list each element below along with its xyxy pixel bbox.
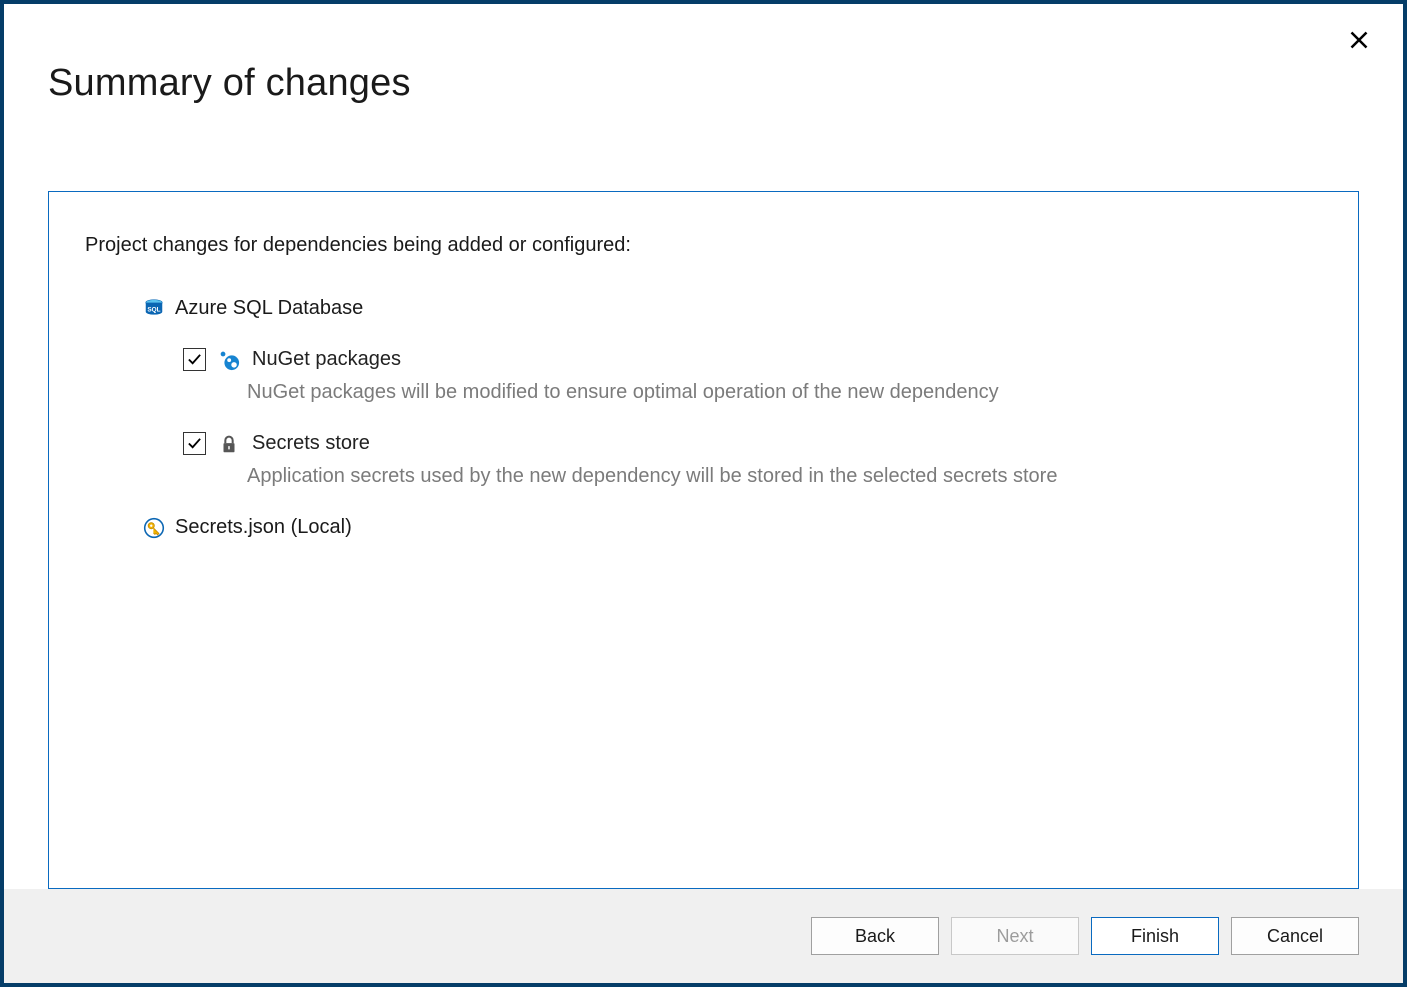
change-title: Secrets store bbox=[252, 432, 370, 455]
svg-text:SQL: SQL bbox=[147, 306, 160, 313]
checkbox-secrets[interactable] bbox=[183, 432, 206, 455]
change-item-secrets: Secrets store Application secrets used b… bbox=[183, 432, 1322, 488]
close-button[interactable] bbox=[1339, 22, 1379, 62]
secrets-target-label: Secrets.json (Local) bbox=[175, 516, 352, 539]
change-head: Secrets store bbox=[183, 432, 1322, 455]
dependency-row: SQL Azure SQL Database bbox=[143, 297, 1322, 320]
dialog-header: Summary of changes bbox=[4, 4, 1403, 105]
dialog-title: Summary of changes bbox=[48, 62, 1359, 105]
lock-icon bbox=[218, 433, 240, 455]
next-button: Next bbox=[951, 917, 1079, 955]
back-button[interactable]: Back bbox=[811, 917, 939, 955]
cancel-button[interactable]: Cancel bbox=[1231, 917, 1359, 955]
content-panel: Project changes for dependencies being a… bbox=[48, 191, 1359, 889]
dependency-label: Azure SQL Database bbox=[175, 297, 363, 320]
intro-text: Project changes for dependencies being a… bbox=[85, 234, 1322, 257]
azure-sql-icon: SQL bbox=[143, 298, 165, 320]
change-description: NuGet packages will be modified to ensur… bbox=[247, 381, 1322, 404]
change-description: Application secrets used by the new depe… bbox=[247, 465, 1322, 488]
dialog-window: Summary of changes Project changes for d… bbox=[0, 0, 1407, 987]
key-icon bbox=[143, 517, 165, 539]
finish-button[interactable]: Finish bbox=[1091, 917, 1219, 955]
change-item-nuget: NuGet packages NuGet packages will be mo… bbox=[183, 348, 1322, 404]
dialog-footer: Back Next Finish Cancel bbox=[4, 889, 1403, 983]
secrets-target-row: Secrets.json (Local) bbox=[143, 516, 1322, 539]
checkbox-nuget[interactable] bbox=[183, 348, 206, 371]
change-head: NuGet packages bbox=[183, 348, 1322, 371]
nuget-icon bbox=[218, 349, 240, 371]
change-title: NuGet packages bbox=[252, 348, 401, 371]
close-icon bbox=[1349, 30, 1369, 55]
